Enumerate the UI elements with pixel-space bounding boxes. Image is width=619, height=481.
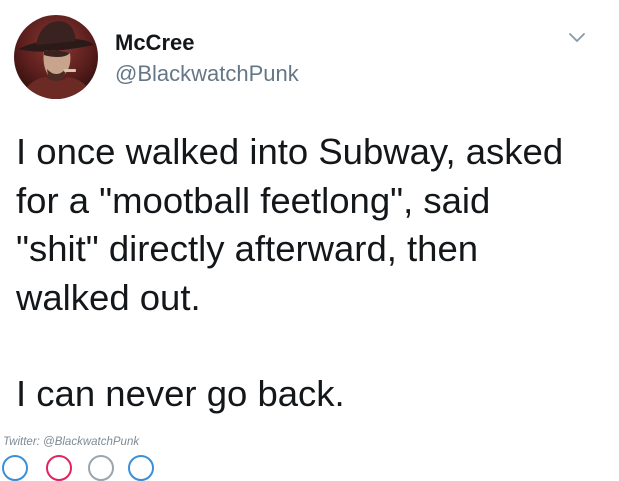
avatar-portrait-icon: [14, 15, 98, 99]
display-name[interactable]: McCree: [115, 29, 194, 57]
action-bar: [0, 455, 619, 481]
avatar[interactable]: [14, 15, 98, 99]
like-icon[interactable]: [88, 455, 114, 481]
tweet-line: walked out.: [16, 276, 201, 318]
chevron-down-icon[interactable]: [567, 30, 587, 46]
tweet-paragraph: I can never go back.: [16, 370, 612, 419]
tweet-line: "shit" directly afterward, then: [16, 228, 479, 269]
reply-icon[interactable]: [2, 455, 28, 481]
tweet-line: I once walked into Subway, asked: [16, 131, 564, 172]
user-handle[interactable]: @BlackwatchPunk: [115, 60, 299, 88]
share-icon[interactable]: [128, 455, 154, 481]
tweet-paragraph: I once walked into Subway, asked for a "…: [16, 128, 612, 322]
tweet-text: I once walked into Subway, asked for a "…: [16, 128, 612, 419]
tweet-line: I can never go back.: [16, 373, 345, 414]
tweet-line: for a "mootball feetlong", said: [16, 179, 491, 221]
source-watermark: Twitter: @BlackwatchPunk: [3, 436, 140, 448]
retweet-icon[interactable]: [46, 455, 72, 481]
